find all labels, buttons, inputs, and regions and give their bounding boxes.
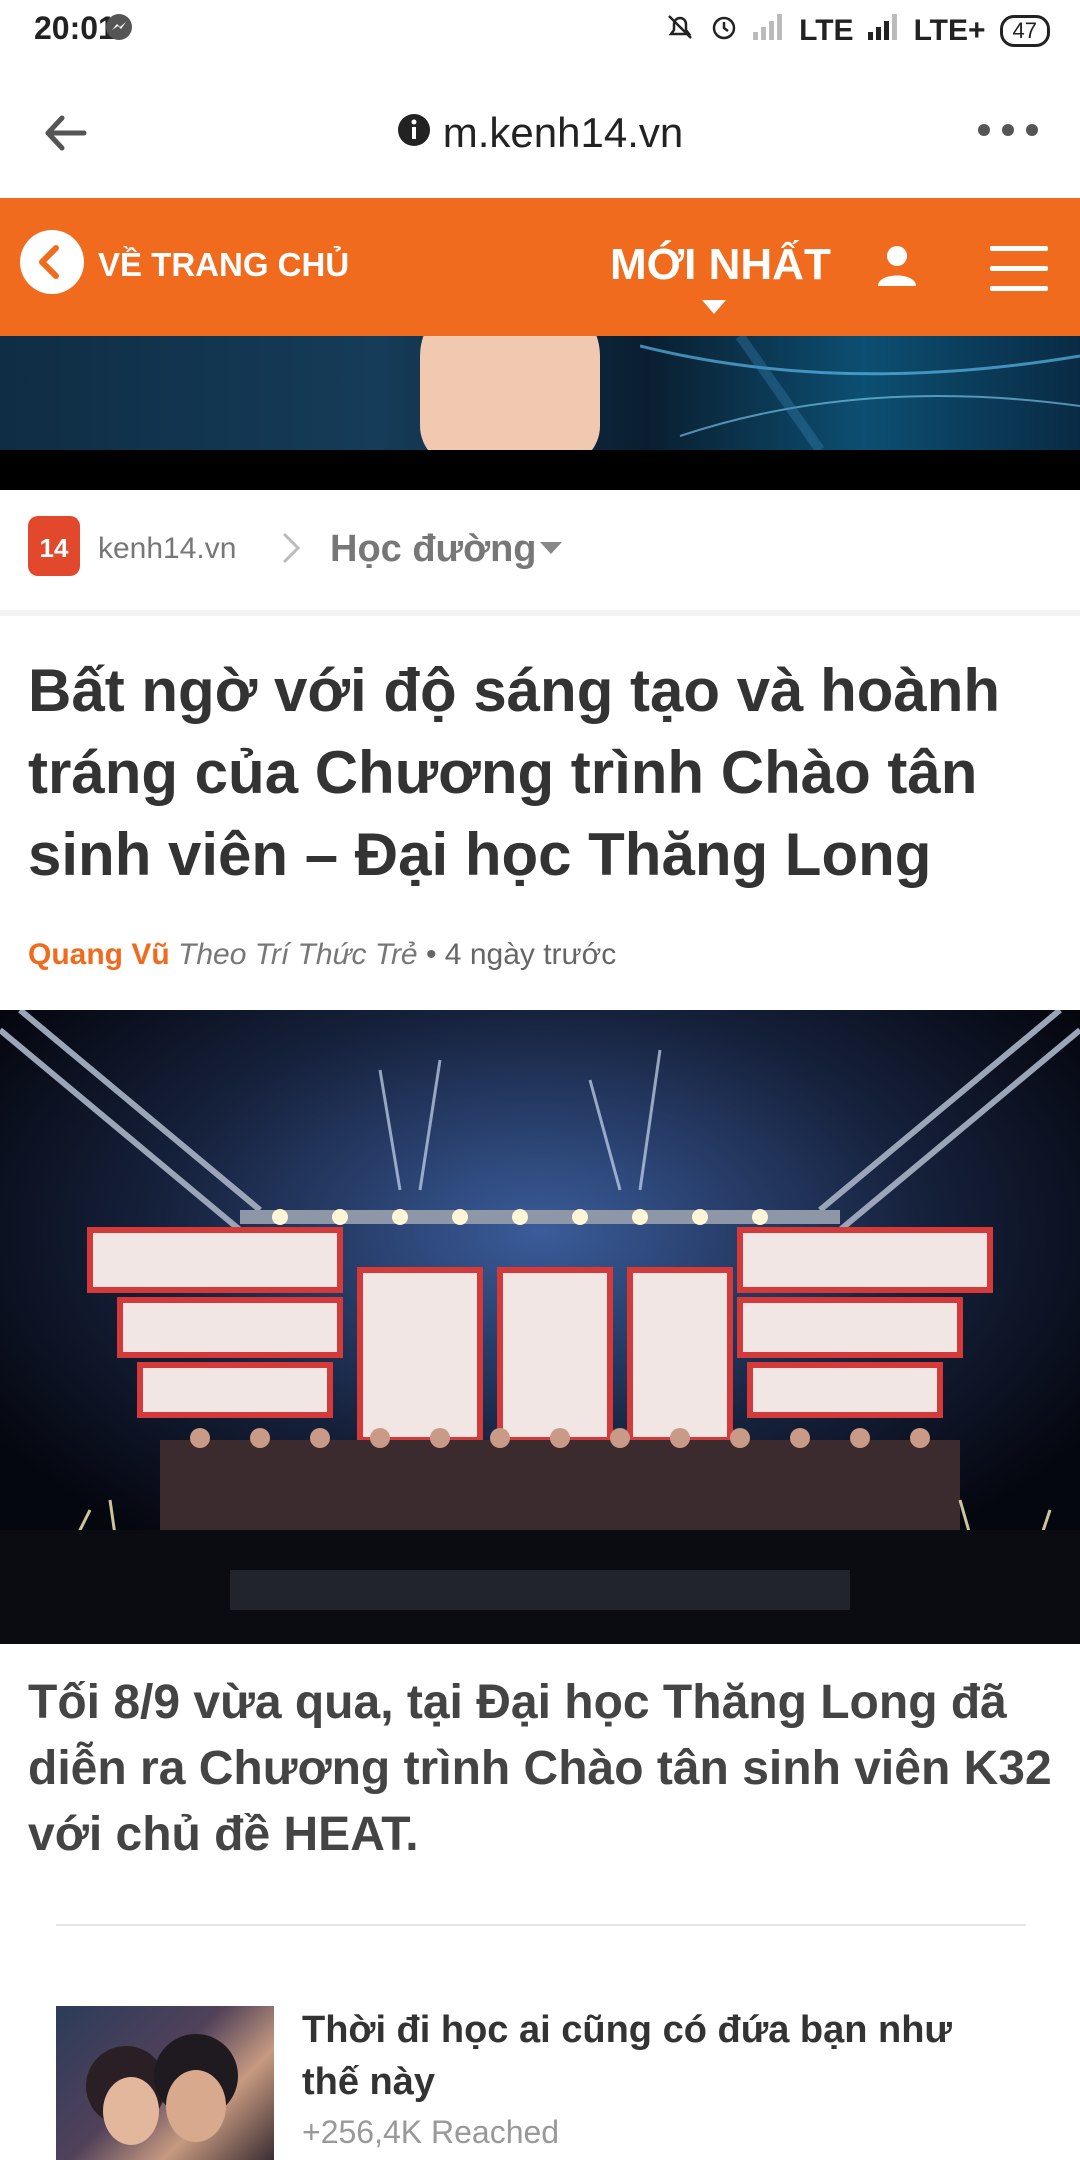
mute-icon bbox=[665, 12, 695, 50]
concert-stage-illustration bbox=[0, 1010, 1080, 1644]
banner-hand-shape bbox=[420, 336, 600, 450]
article-lead: Tối 8/9 vừa qua, tại Đại học Thăng Long … bbox=[28, 1676, 1052, 1861]
network-label-1: LTE bbox=[799, 14, 854, 47]
article-title: Bất ngờ với độ sáng tạo và hoành tráng c… bbox=[28, 657, 1001, 888]
latest-caret-icon bbox=[702, 300, 726, 314]
status-right: LTE LTE+ 47 bbox=[665, 12, 1050, 50]
section-separator bbox=[0, 610, 1080, 616]
breadcrumb-category[interactable]: Học đường bbox=[330, 528, 537, 571]
browser-toolbar: m.kenh14.vn bbox=[0, 66, 1080, 198]
url-display[interactable]: m.kenh14.vn bbox=[0, 106, 1080, 157]
breadcrumb: 14 kenh14.vn Học đường bbox=[0, 490, 1080, 610]
breadcrumb-site[interactable]: kenh14.vn bbox=[98, 532, 236, 566]
network-label-2: LTE+ bbox=[913, 14, 986, 47]
banner-bottom-bar bbox=[0, 450, 1080, 490]
home-link[interactable]: VỀ TRANG CHỦ bbox=[98, 246, 349, 284]
status-bar: 20:01 LTE LTE+ 47 bbox=[0, 0, 1080, 66]
article-author[interactable]: Quang Vũ bbox=[28, 938, 170, 971]
back-home-icon[interactable] bbox=[20, 230, 84, 294]
article-meta: Quang Vũ Theo Trí Thức Trẻ • 4 ngày trướ… bbox=[28, 938, 616, 972]
chevron-down-icon[interactable] bbox=[540, 542, 562, 554]
related-article-reach: +256,4K Reached bbox=[302, 2114, 560, 2150]
alarm-icon bbox=[709, 12, 739, 50]
signal-icon-2 bbox=[867, 14, 900, 48]
user-icon[interactable] bbox=[872, 240, 922, 290]
more-options-icon[interactable] bbox=[976, 118, 1040, 147]
signal-icon bbox=[753, 14, 785, 48]
hamburger-menu-icon[interactable] bbox=[990, 246, 1048, 306]
article-time: • 4 ngày trước bbox=[425, 938, 617, 971]
related-article-thumbnail[interactable] bbox=[56, 2006, 274, 2160]
info-icon[interactable] bbox=[397, 109, 431, 157]
url-text: m.kenh14.vn bbox=[442, 108, 684, 156]
ad-banner-image[interactable] bbox=[0, 336, 1080, 450]
content-divider bbox=[56, 1924, 1026, 1926]
site-nav-bar: VỀ TRANG CHỦ MỚI NHẤT bbox=[0, 198, 1080, 336]
related-thumb-illustration bbox=[86, 2034, 238, 2145]
article-source: Theo Trí Thức Trẻ bbox=[178, 938, 418, 971]
messenger-icon bbox=[104, 12, 134, 47]
article-hero-image[interactable] bbox=[0, 1010, 1080, 1644]
kenh14-logo[interactable]: 14 bbox=[28, 516, 80, 576]
related-article-title[interactable]: Thời đi học ai cũng có đứa bạn như thế n… bbox=[302, 2004, 1002, 2108]
latest-tab[interactable]: MỚI NHẤT bbox=[610, 240, 831, 290]
chevron-right-icon bbox=[278, 528, 304, 578]
banner-light-streaks bbox=[640, 336, 1080, 450]
battery-indicator: 47 bbox=[999, 15, 1050, 47]
